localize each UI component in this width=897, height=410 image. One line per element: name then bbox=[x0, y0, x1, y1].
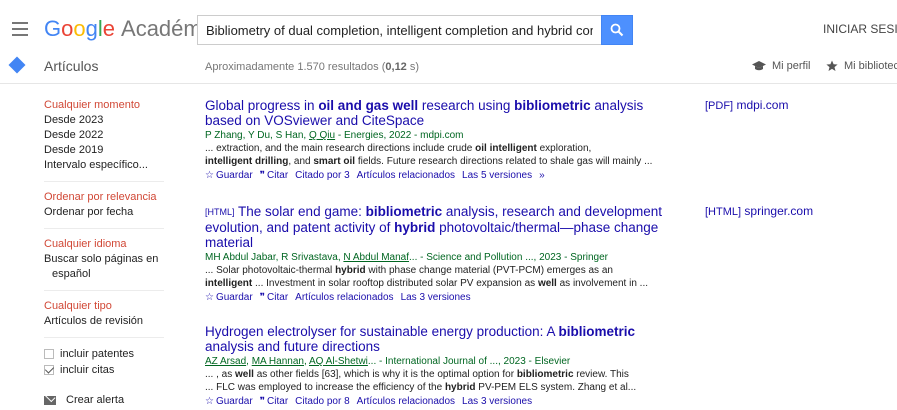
filter-spanish-line2[interactable]: español bbox=[44, 267, 164, 282]
checkbox-icon bbox=[44, 349, 54, 359]
cite-button[interactable]: ❞ Citar bbox=[260, 292, 289, 303]
time-filter-group: Cualquier momento Desde 2023 Desde 2022 … bbox=[44, 98, 164, 182]
include-patents-checkbox[interactable]: incluir patentes bbox=[44, 346, 164, 362]
save-button[interactable]: ☆ Guardar bbox=[205, 292, 253, 303]
author-link[interactable]: Q Qiu bbox=[309, 130, 335, 141]
result-snippet: ... extraction, and the main research di… bbox=[205, 143, 592, 154]
search-input[interactable] bbox=[198, 16, 601, 44]
filter-custom-range[interactable]: Intervalo específico... bbox=[44, 158, 164, 173]
star-outline-icon: ☆ bbox=[205, 170, 214, 181]
result-actions: ☆ Guardar ❞ Citar Artículos relacionados Las … bbox=[205, 291, 665, 305]
subbar: Artículos Aproximadamente 1.570 resultad… bbox=[0, 48, 897, 84]
star-icon bbox=[826, 60, 838, 71]
menu-icon[interactable] bbox=[12, 22, 28, 36]
search-button[interactable] bbox=[601, 15, 633, 45]
filter-review-articles[interactable]: Artículos de revisión bbox=[44, 314, 164, 329]
language-group: Cualquier idioma Buscar solo páginas en … bbox=[44, 237, 164, 291]
result-title[interactable]: [HTML] The solar end game: bibliometric … bbox=[205, 204, 665, 250]
create-alert-link[interactable]: Crear alerta bbox=[44, 394, 164, 406]
quote-icon: ❞ bbox=[259, 292, 266, 303]
author-link[interactable]: MA Hannan bbox=[252, 356, 304, 367]
include-group: incluir patentes incluir citas Crear ale… bbox=[44, 346, 164, 410]
include-citations-checkbox[interactable]: incluir citas bbox=[44, 362, 164, 378]
html-link[interactable]: [HTML] springer.com bbox=[705, 204, 813, 218]
result-title[interactable]: Global progress in oil and gas well rese… bbox=[205, 98, 665, 128]
search-result: [HTML] The solar end game: bibliometric … bbox=[205, 204, 665, 305]
filter-any-type[interactable]: Cualquier tipo bbox=[44, 299, 164, 314]
filter-since-2019[interactable]: Desde 2019 bbox=[44, 143, 164, 158]
type-group: Cualquier tipo Artículos de revisión bbox=[44, 299, 164, 338]
sidebar: Cualquier momento Desde 2023 Desde 2022 … bbox=[44, 98, 184, 410]
filter-any-time[interactable]: Cualquier momento bbox=[44, 98, 164, 113]
filter-any-language[interactable]: Cualquier idioma bbox=[44, 237, 164, 252]
result-authors: AZ Arsad, MA Hannan, AQ Al-Shetwi... - I… bbox=[205, 356, 571, 367]
save-button[interactable]: ☆ Guardar bbox=[205, 170, 253, 181]
checked-checkbox-icon bbox=[44, 365, 54, 375]
articles-tab[interactable]: Artículos bbox=[44, 58, 98, 74]
results-stats: Aproximadamente 1.570 resultados (0,12 s… bbox=[205, 61, 420, 73]
quote-icon: ❞ bbox=[259, 396, 266, 407]
result-actions: ☆ Guardar ❞ Citar Citado por 3 Artículos rela… bbox=[205, 169, 665, 183]
related-articles-link[interactable]: Artículos relacionados bbox=[295, 292, 393, 303]
filter-since-2022[interactable]: Desde 2022 bbox=[44, 128, 164, 143]
more-icon[interactable]: » bbox=[539, 170, 545, 181]
profile-link[interactable]: Mi perfil bbox=[752, 60, 811, 72]
result-authors: P Zhang, Y Du, S Han, Q Qiu - Energies, … bbox=[205, 130, 464, 141]
search-result: Hydrogen electrolyser for sustainable en… bbox=[205, 324, 665, 409]
search-box bbox=[197, 15, 601, 45]
result-snippet: intelligent ... Investment in solar roof… bbox=[205, 278, 648, 289]
cited-by-link[interactable]: Citado por 8 bbox=[295, 396, 349, 407]
cite-button[interactable]: ❞ Citar bbox=[260, 170, 289, 181]
author-link[interactable]: N Abdul Manaf bbox=[343, 252, 409, 263]
result-title[interactable]: Hydrogen electrolyser for sustainable en… bbox=[205, 324, 665, 354]
author-link[interactable]: AZ Arsad bbox=[205, 356, 246, 367]
library-link[interactable]: Mi biblioteca bbox=[826, 60, 897, 72]
result-authors: MH Abdul Jabar, R Srivastava, N Abdul Ma… bbox=[205, 252, 609, 263]
versions-link[interactable]: Las 3 versiones bbox=[462, 396, 532, 407]
articles-icon bbox=[8, 56, 26, 74]
related-articles-link[interactable]: Artículos relacionados bbox=[357, 396, 455, 407]
search-result: Global progress in oil and gas well rese… bbox=[205, 98, 665, 183]
author-link[interactable]: AQ Al-Shetwi bbox=[309, 356, 368, 367]
cited-by-link[interactable]: Citado por 3 bbox=[295, 170, 349, 181]
filter-spanish-line1[interactable]: Buscar solo páginas en bbox=[44, 252, 164, 267]
graduation-cap-icon bbox=[752, 60, 766, 70]
related-articles-link[interactable]: Artículos relacionados bbox=[357, 170, 455, 181]
sort-relevance[interactable]: Ordenar por relevancia bbox=[44, 190, 164, 205]
result-snippet: ... Solar photovoltaic-thermal hybrid wi… bbox=[205, 265, 613, 276]
filter-since-2023[interactable]: Desde 2023 bbox=[44, 113, 164, 128]
cite-button[interactable]: ❞ Citar bbox=[260, 396, 289, 407]
mail-icon bbox=[44, 395, 56, 405]
result-snippet: ... , as well as other fields [63], whic… bbox=[205, 369, 629, 380]
pdf-link[interactable]: [PDF] mdpi.com bbox=[705, 98, 788, 112]
versions-link[interactable]: Las 3 versiones bbox=[401, 292, 471, 303]
signin-link[interactable]: INICIAR SESIÓN bbox=[823, 22, 897, 36]
star-outline-icon: ☆ bbox=[205, 292, 214, 303]
result-snippet: intelligent drilling, and smart oil fiel… bbox=[205, 156, 653, 167]
versions-link[interactable]: Las 5 versiones bbox=[462, 170, 532, 181]
quote-icon: ❞ bbox=[259, 170, 266, 181]
sort-date[interactable]: Ordenar por fecha bbox=[44, 205, 164, 220]
star-outline-icon: ☆ bbox=[205, 396, 214, 407]
search-icon bbox=[610, 23, 624, 37]
sort-group: Ordenar por relevancia Ordenar por fecha bbox=[44, 190, 164, 229]
result-snippet: ... FLC was employed to increase the eff… bbox=[205, 382, 637, 393]
result-actions: ☆ Guardar ❞ Citar Citado por 8 Artículos rela… bbox=[205, 395, 665, 409]
save-button[interactable]: ☆ Guardar bbox=[205, 396, 253, 407]
